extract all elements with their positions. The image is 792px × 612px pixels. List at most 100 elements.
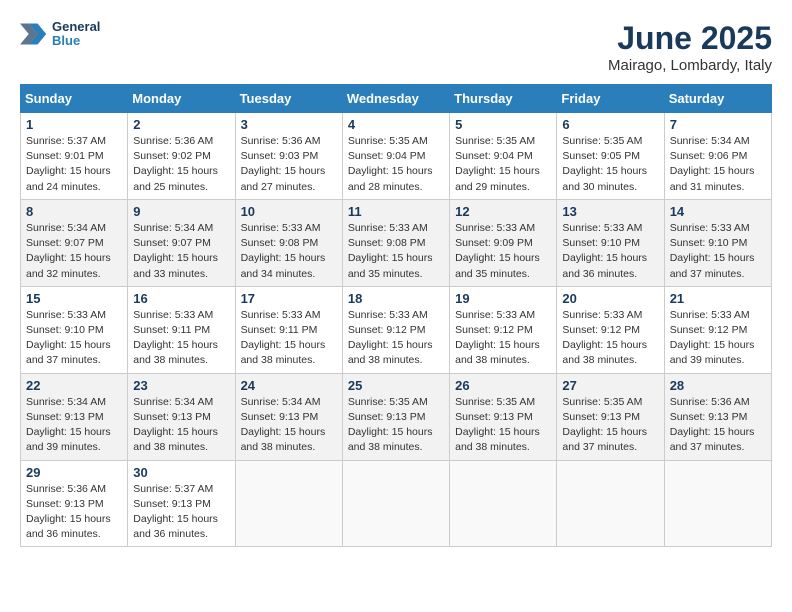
table-row: 24 Sunrise: 5:34 AM Sunset: 9:13 PM Dayl… [235, 373, 342, 460]
day-number: 2 [133, 117, 229, 132]
day-number: 14 [670, 204, 766, 219]
day-number: 30 [133, 465, 229, 480]
table-row: 26 Sunrise: 5:35 AM Sunset: 9:13 PM Dayl… [450, 373, 557, 460]
day-info: Sunrise: 5:36 AM Sunset: 9:13 PM Dayligh… [670, 395, 766, 456]
table-row: 28 Sunrise: 5:36 AM Sunset: 9:13 PM Dayl… [664, 373, 771, 460]
table-row: 4 Sunrise: 5:35 AM Sunset: 9:04 PM Dayli… [342, 113, 449, 200]
table-row: 5 Sunrise: 5:35 AM Sunset: 9:04 PM Dayli… [450, 113, 557, 200]
col-saturday: Saturday [664, 85, 771, 113]
calendar-week-row: 29 Sunrise: 5:36 AM Sunset: 9:13 PM Dayl… [21, 460, 772, 547]
col-tuesday: Tuesday [235, 85, 342, 113]
month-title: June 2025 [608, 20, 772, 57]
table-row: 8 Sunrise: 5:34 AM Sunset: 9:07 PM Dayli… [21, 199, 128, 286]
logo-icon [20, 20, 48, 48]
day-number: 25 [348, 378, 444, 393]
day-info: Sunrise: 5:34 AM Sunset: 9:13 PM Dayligh… [241, 395, 337, 456]
day-number: 21 [670, 291, 766, 306]
day-number: 11 [348, 204, 444, 219]
day-number: 17 [241, 291, 337, 306]
table-row: 10 Sunrise: 5:33 AM Sunset: 9:08 PM Dayl… [235, 199, 342, 286]
day-info: Sunrise: 5:33 AM Sunset: 9:11 PM Dayligh… [241, 308, 337, 369]
day-info: Sunrise: 5:37 AM Sunset: 9:13 PM Dayligh… [133, 482, 229, 543]
day-number: 26 [455, 378, 551, 393]
title-area: June 2025 Mairago, Lombardy, Italy [608, 20, 772, 74]
day-info: Sunrise: 5:33 AM Sunset: 9:12 PM Dayligh… [562, 308, 658, 369]
calendar-week-row: 22 Sunrise: 5:34 AM Sunset: 9:13 PM Dayl… [21, 373, 772, 460]
day-number: 15 [26, 291, 122, 306]
table-row: 9 Sunrise: 5:34 AM Sunset: 9:07 PM Dayli… [128, 199, 235, 286]
day-info: Sunrise: 5:33 AM Sunset: 9:09 PM Dayligh… [455, 221, 551, 282]
day-number: 1 [26, 117, 122, 132]
calendar-table: Sunday Monday Tuesday Wednesday Thursday… [20, 84, 772, 547]
page-header: General Blue June 2025 Mairago, Lombardy… [20, 20, 772, 74]
day-number: 19 [455, 291, 551, 306]
day-number: 29 [26, 465, 122, 480]
table-row: 2 Sunrise: 5:36 AM Sunset: 9:02 PM Dayli… [128, 113, 235, 200]
day-info: Sunrise: 5:34 AM Sunset: 9:07 PM Dayligh… [26, 221, 122, 282]
day-info: Sunrise: 5:33 AM Sunset: 9:11 PM Dayligh… [133, 308, 229, 369]
table-row: 15 Sunrise: 5:33 AM Sunset: 9:10 PM Dayl… [21, 286, 128, 373]
day-number: 9 [133, 204, 229, 219]
day-info: Sunrise: 5:35 AM Sunset: 9:05 PM Dayligh… [562, 134, 658, 195]
logo-text: General Blue [52, 20, 100, 49]
day-number: 12 [455, 204, 551, 219]
table-row: 6 Sunrise: 5:35 AM Sunset: 9:05 PM Dayli… [557, 113, 664, 200]
day-info: Sunrise: 5:33 AM Sunset: 9:12 PM Dayligh… [670, 308, 766, 369]
table-row [450, 460, 557, 547]
day-info: Sunrise: 5:33 AM Sunset: 9:12 PM Dayligh… [348, 308, 444, 369]
day-number: 8 [26, 204, 122, 219]
location: Mairago, Lombardy, Italy [608, 57, 772, 74]
day-info: Sunrise: 5:34 AM Sunset: 9:13 PM Dayligh… [26, 395, 122, 456]
table-row: 20 Sunrise: 5:33 AM Sunset: 9:12 PM Dayl… [557, 286, 664, 373]
table-row: 7 Sunrise: 5:34 AM Sunset: 9:06 PM Dayli… [664, 113, 771, 200]
day-info: Sunrise: 5:35 AM Sunset: 9:13 PM Dayligh… [455, 395, 551, 456]
col-thursday: Thursday [450, 85, 557, 113]
day-info: Sunrise: 5:34 AM Sunset: 9:06 PM Dayligh… [670, 134, 766, 195]
col-wednesday: Wednesday [342, 85, 449, 113]
table-row: 18 Sunrise: 5:33 AM Sunset: 9:12 PM Dayl… [342, 286, 449, 373]
day-info: Sunrise: 5:33 AM Sunset: 9:10 PM Dayligh… [562, 221, 658, 282]
table-row: 29 Sunrise: 5:36 AM Sunset: 9:13 PM Dayl… [21, 460, 128, 547]
day-info: Sunrise: 5:34 AM Sunset: 9:07 PM Dayligh… [133, 221, 229, 282]
day-info: Sunrise: 5:33 AM Sunset: 9:08 PM Dayligh… [241, 221, 337, 282]
table-row: 17 Sunrise: 5:33 AM Sunset: 9:11 PM Dayl… [235, 286, 342, 373]
day-info: Sunrise: 5:35 AM Sunset: 9:04 PM Dayligh… [348, 134, 444, 195]
col-sunday: Sunday [21, 85, 128, 113]
day-info: Sunrise: 5:33 AM Sunset: 9:08 PM Dayligh… [348, 221, 444, 282]
col-friday: Friday [557, 85, 664, 113]
day-number: 10 [241, 204, 337, 219]
day-info: Sunrise: 5:36 AM Sunset: 9:03 PM Dayligh… [241, 134, 337, 195]
day-info: Sunrise: 5:35 AM Sunset: 9:04 PM Dayligh… [455, 134, 551, 195]
day-info: Sunrise: 5:36 AM Sunset: 9:13 PM Dayligh… [26, 482, 122, 543]
table-row: 30 Sunrise: 5:37 AM Sunset: 9:13 PM Dayl… [128, 460, 235, 547]
table-row [235, 460, 342, 547]
table-row: 27 Sunrise: 5:35 AM Sunset: 9:13 PM Dayl… [557, 373, 664, 460]
calendar-week-row: 15 Sunrise: 5:33 AM Sunset: 9:10 PM Dayl… [21, 286, 772, 373]
day-number: 24 [241, 378, 337, 393]
table-row: 23 Sunrise: 5:34 AM Sunset: 9:13 PM Dayl… [128, 373, 235, 460]
day-info: Sunrise: 5:35 AM Sunset: 9:13 PM Dayligh… [562, 395, 658, 456]
day-number: 20 [562, 291, 658, 306]
day-number: 27 [562, 378, 658, 393]
logo: General Blue [20, 20, 100, 49]
col-monday: Monday [128, 85, 235, 113]
day-info: Sunrise: 5:36 AM Sunset: 9:02 PM Dayligh… [133, 134, 229, 195]
day-info: Sunrise: 5:34 AM Sunset: 9:13 PM Dayligh… [133, 395, 229, 456]
day-number: 3 [241, 117, 337, 132]
table-row: 22 Sunrise: 5:34 AM Sunset: 9:13 PM Dayl… [21, 373, 128, 460]
table-row [557, 460, 664, 547]
day-number: 13 [562, 204, 658, 219]
day-number: 5 [455, 117, 551, 132]
day-number: 4 [348, 117, 444, 132]
day-number: 22 [26, 378, 122, 393]
table-row [342, 460, 449, 547]
calendar-week-row: 8 Sunrise: 5:34 AM Sunset: 9:07 PM Dayli… [21, 199, 772, 286]
table-row: 3 Sunrise: 5:36 AM Sunset: 9:03 PM Dayli… [235, 113, 342, 200]
day-number: 18 [348, 291, 444, 306]
table-row: 11 Sunrise: 5:33 AM Sunset: 9:08 PM Dayl… [342, 199, 449, 286]
table-row: 25 Sunrise: 5:35 AM Sunset: 9:13 PM Dayl… [342, 373, 449, 460]
table-row: 21 Sunrise: 5:33 AM Sunset: 9:12 PM Dayl… [664, 286, 771, 373]
day-info: Sunrise: 5:33 AM Sunset: 9:12 PM Dayligh… [455, 308, 551, 369]
day-number: 23 [133, 378, 229, 393]
table-row: 12 Sunrise: 5:33 AM Sunset: 9:09 PM Dayl… [450, 199, 557, 286]
